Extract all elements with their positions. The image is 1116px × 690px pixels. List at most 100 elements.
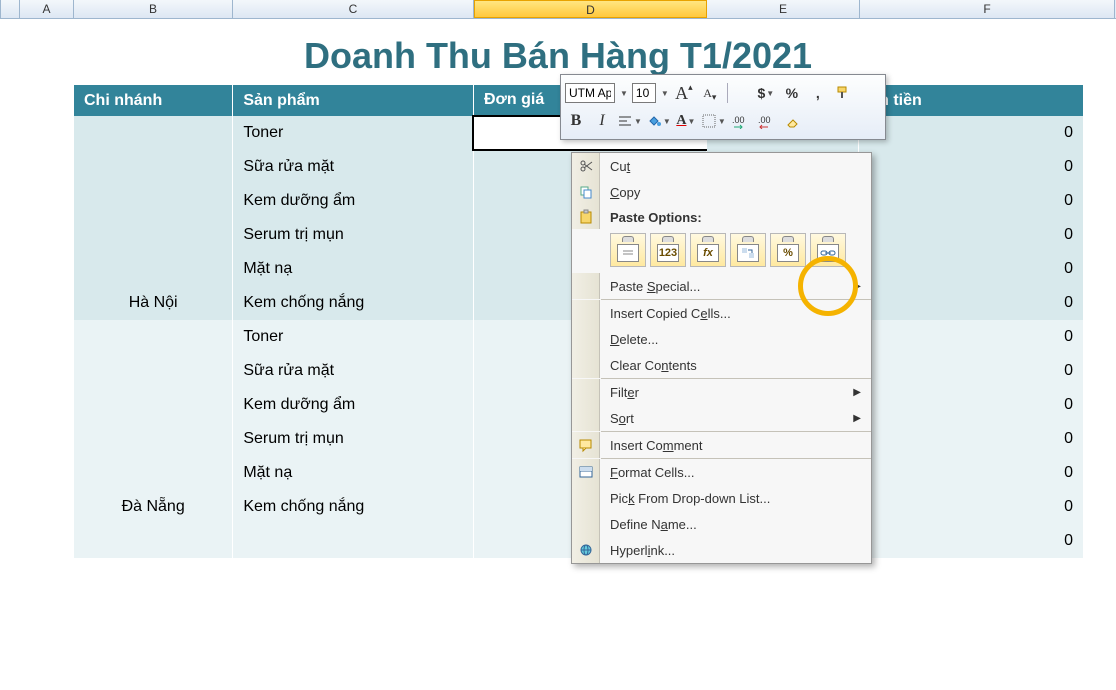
paste-options-row: 123 fx % [572,229,871,273]
align-button[interactable]: ▼ [617,109,642,133]
increase-font-button[interactable]: A▴ [673,81,695,105]
column-header-row: A B C D E F [0,0,1116,19]
clear-format-button[interactable] [782,109,804,133]
th-amount[interactable]: nh tiền [859,85,1084,116]
menu-pick-from-list[interactable]: Pick From Drop-down List... [572,485,871,511]
submenu-arrow-icon: ▶ [853,281,871,292]
cell-product[interactable]: Sữa rửa mặt [233,354,474,388]
cell-branch[interactable] [74,388,233,422]
eraser-icon [785,113,801,129]
cell-amount[interactable]: 0 [859,490,1084,524]
cell-product[interactable]: Kem chống nắng [233,490,474,524]
menu-format-cells[interactable]: Format Cells... [572,459,871,485]
cell-amount[interactable]: 0 [859,116,1084,150]
link-icon [820,248,836,258]
cell-product[interactable]: Toner [233,320,474,354]
cell-amount[interactable]: 0 [859,286,1084,320]
select-all-corner[interactable] [0,0,20,18]
paste-transpose-button[interactable] [730,233,766,267]
currency-button[interactable]: $▼ [755,81,777,105]
cell-amount[interactable]: 0 [859,388,1084,422]
col-header-f[interactable]: F [860,0,1115,18]
paste-formatting-button[interactable]: % [770,233,806,267]
cell-amount[interactable]: 0 [859,252,1084,286]
cell-product[interactable]: Kem dưỡng ẩm [233,184,474,218]
font-name-dropdown-icon[interactable]: ▼ [620,89,628,98]
menu-paste-special[interactable]: Paste Special... ▶ [572,273,871,299]
svg-text:.00: .00 [732,115,745,125]
cell-branch[interactable] [74,184,233,218]
cell-branch[interactable] [74,456,233,490]
cell-amount[interactable]: 0 [859,422,1084,456]
font-size-dropdown-icon[interactable]: ▼ [661,89,669,98]
mini-toolbar: ▼ ▼ A▴ A▾ $▼ % , B I ▼ ▼ A▼ ▼ .00 .00 [560,74,886,140]
cell-branch[interactable] [74,218,233,252]
col-header-c[interactable]: C [233,0,474,18]
menu-cut[interactable]: Cut [572,153,871,179]
cell-amount[interactable]: 0 [859,218,1084,252]
cell-branch[interactable] [74,354,233,388]
cell-amount[interactable]: 0 [859,184,1084,218]
border-icon [701,113,717,129]
copy-icon [578,184,594,200]
percent-button[interactable]: % [781,81,803,105]
cell-amount[interactable]: 0 [859,320,1084,354]
italic-button[interactable]: I [591,109,613,133]
font-name-input[interactable] [565,83,615,103]
menu-filter[interactable]: Filter ▶ [572,379,871,405]
comma-button[interactable]: , [807,81,829,105]
cell-branch[interactable] [74,116,233,150]
menu-insert-copied-cells[interactable]: Insert Copied Cells... [572,300,871,326]
scissors-icon [578,158,594,174]
cell-branch[interactable]: Hà Nội [74,286,233,320]
paste-link-button[interactable] [810,233,846,267]
format-painter-icon[interactable] [833,81,855,105]
paste-formulas-button[interactable]: fx [690,233,726,267]
cell-amount[interactable]: 0 [859,456,1084,490]
cell-amount[interactable]: 0 [859,524,1084,558]
col-header-e[interactable]: E [707,0,860,18]
menu-clear-contents[interactable]: Clear Contents [572,352,871,378]
menu-paste-options-heading: Paste Options: [572,205,871,229]
cell-amount[interactable]: 0 [859,354,1084,388]
menu-define-name[interactable]: Define Name... [572,511,871,537]
font-color-button[interactable]: A▼ [675,109,697,133]
menu-sort[interactable]: Sort ▶ [572,405,871,431]
paste-all-button[interactable] [610,233,646,267]
paste-values-button[interactable]: 123 [650,233,686,267]
decrease-font-button[interactable]: A▾ [699,81,721,105]
cell-branch[interactable] [74,524,233,558]
bold-button[interactable]: B [565,109,587,133]
cell-branch[interactable] [74,422,233,456]
decrease-decimal-button[interactable]: .00 [756,109,778,133]
increase-decimal-button[interactable]: .00 [730,109,752,133]
th-branch[interactable]: Chi nhánh [74,85,233,116]
cell-product[interactable]: Serum trị mụn [233,218,474,252]
cell-product[interactable]: Toner [233,116,474,150]
bucket-icon [646,113,662,129]
cell-product[interactable]: Kem chống nắng [233,286,474,320]
cell-product[interactable]: Sữa rửa mặt [233,150,474,184]
col-header-d[interactable]: D [474,0,707,18]
menu-delete[interactable]: Delete... [572,326,871,352]
cell-product[interactable]: Mặt nạ [233,252,474,286]
cell-product[interactable]: Mặt nạ [233,456,474,490]
th-product[interactable]: Sản phẩm [233,85,474,116]
borders-button[interactable]: ▼ [701,109,726,133]
menu-insert-comment[interactable]: Insert Comment [572,432,871,458]
cell-product[interactable]: Kem dưỡng ẩm [233,388,474,422]
hyperlink-icon [578,542,594,558]
font-size-input[interactable] [632,83,656,103]
menu-copy[interactable]: Copy [572,179,871,205]
cell-branch[interactable]: Đà Nẵng [74,490,233,524]
col-header-b[interactable]: B [74,0,233,18]
col-header-a[interactable]: A [20,0,74,18]
menu-hyperlink[interactable]: Hyperlink... [572,537,871,563]
cell-amount[interactable]: 0 [859,150,1084,184]
cell-branch[interactable] [74,252,233,286]
cell-product[interactable]: Serum trị mụn [233,422,474,456]
cell-product[interactable] [233,524,474,558]
fill-color-button[interactable]: ▼ [646,109,671,133]
cell-branch[interactable] [74,150,233,184]
cell-branch[interactable] [74,320,233,354]
